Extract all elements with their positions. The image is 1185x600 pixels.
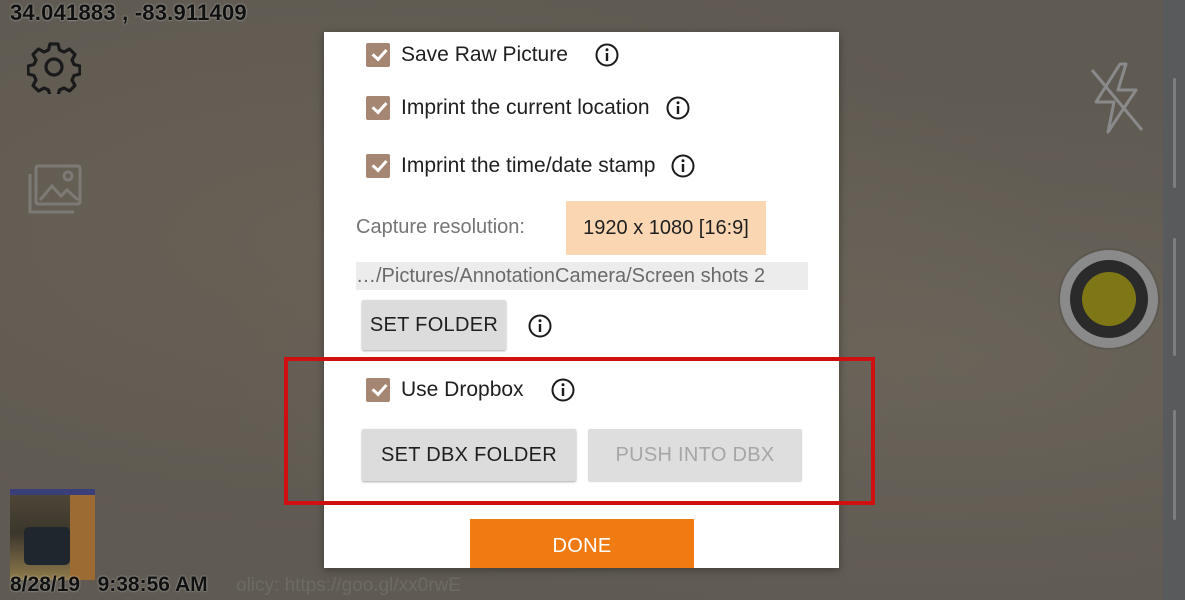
capture-resolution-label: Capture resolution: bbox=[356, 216, 525, 238]
option-imprint-location[interactable]: Imprint the current location bbox=[366, 93, 690, 123]
info-icon[interactable] bbox=[528, 314, 552, 338]
set-folder-button[interactable]: SET FOLDER bbox=[362, 300, 506, 350]
imprint-timestamp-label: Imprint the time/date stamp bbox=[401, 154, 656, 177]
rail-divider-bottom bbox=[1173, 410, 1176, 520]
shutter-ring bbox=[1070, 260, 1148, 338]
imprint-location-checkbox[interactable] bbox=[366, 96, 390, 120]
imprint-timestamp-checkbox[interactable] bbox=[366, 154, 390, 178]
option-imprint-timestamp[interactable]: Imprint the time/date stamp bbox=[366, 151, 695, 181]
rail-divider-middle bbox=[1173, 238, 1176, 356]
save-raw-label: Save Raw Picture bbox=[401, 43, 568, 66]
info-icon[interactable] bbox=[671, 154, 695, 178]
info-icon[interactable] bbox=[595, 43, 619, 67]
gear-icon[interactable] bbox=[27, 40, 81, 94]
gallery-icon[interactable] bbox=[26, 162, 84, 216]
flash-off-icon[interactable] bbox=[1086, 60, 1146, 136]
done-button[interactable]: DONE bbox=[470, 519, 694, 568]
save-raw-checkbox[interactable] bbox=[366, 43, 390, 67]
last-photo-thumbnail[interactable] bbox=[10, 489, 95, 580]
thumbnail-wood bbox=[70, 495, 95, 580]
imprint-location-label: Imprint the current location bbox=[401, 96, 650, 119]
dropbox-highlight-box bbox=[284, 357, 875, 505]
gps-coordinates: 34.041883 , -83.911409 bbox=[10, 0, 247, 25]
shutter-core bbox=[1082, 272, 1136, 326]
folder-path: …/Pictures/AnnotationCamera/Screen shots… bbox=[356, 262, 808, 290]
info-icon[interactable] bbox=[666, 96, 690, 120]
capture-resolution-select[interactable]: 1920 x 1080 [16:9] bbox=[566, 201, 766, 255]
privacy-policy-link[interactable]: olicy: https://goo.gl/xx0rwE bbox=[236, 575, 461, 597]
shutter-button[interactable] bbox=[1060, 250, 1158, 348]
rail-divider-top bbox=[1173, 78, 1176, 188]
thumbnail-chair bbox=[24, 527, 70, 565]
camera-screen: 34.041883 , -83.911409 olicy: https://go… bbox=[0, 0, 1185, 600]
timestamp: 8/28/19 9:38:56 AM bbox=[10, 573, 208, 596]
option-save-raw[interactable]: Save Raw Picture bbox=[366, 40, 619, 70]
